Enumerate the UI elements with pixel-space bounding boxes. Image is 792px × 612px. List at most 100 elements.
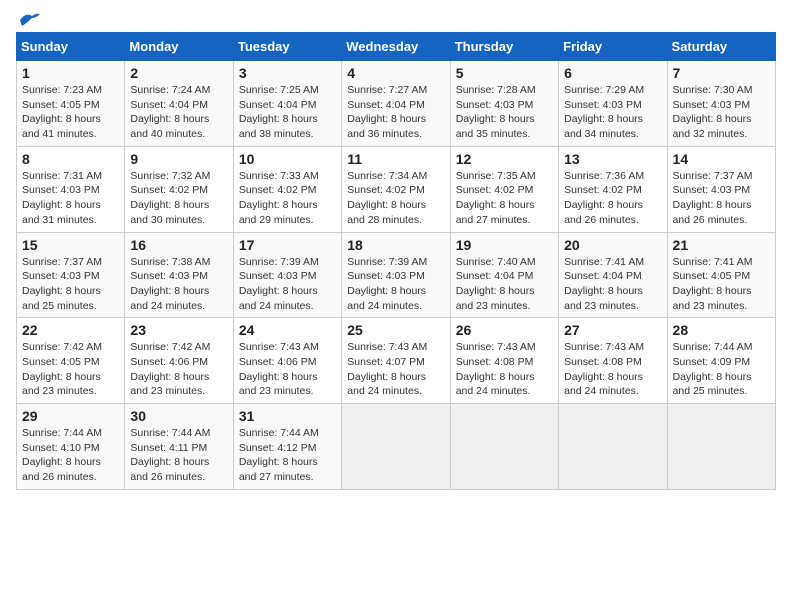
day-detail: Sunrise: 7:44 AMSunset: 4:09 PMDaylight:… xyxy=(673,340,770,399)
calendar-cell: 29Sunrise: 7:44 AMSunset: 4:10 PMDayligh… xyxy=(17,404,125,490)
day-detail: Sunrise: 7:29 AMSunset: 4:03 PMDaylight:… xyxy=(564,83,661,142)
day-detail: Sunrise: 7:23 AMSunset: 4:05 PMDaylight:… xyxy=(22,83,119,142)
calendar-cell: 18 Sunrise: 7:39 AMSunset: 4:03 PMDayligh… xyxy=(342,232,450,318)
logo-area xyxy=(16,16,40,24)
day-number: 21 xyxy=(673,237,770,253)
day-detail: Sunrise: 7:39 AMSunset: 4:03 PMDaylight:… xyxy=(239,255,336,314)
day-number: 14 xyxy=(673,151,770,167)
day-number: 8 xyxy=(22,151,119,167)
day-detail: Sunrise: 7:25 AMSunset: 4:04 PMDaylight:… xyxy=(239,83,336,142)
day-number: 6 xyxy=(564,65,661,81)
calendar-cell: 3Sunrise: 7:25 AMSunset: 4:04 PMDaylight… xyxy=(233,61,341,147)
day-detail: Sunrise: 7:43 AMSunset: 4:06 PMDaylight:… xyxy=(239,340,336,399)
calendar-cell: 23 Sunrise: 7:42 AMSunset: 4:06 PMDayligh… xyxy=(125,318,233,404)
day-detail: Sunrise: 7:31 AMSunset: 4:03 PMDaylight:… xyxy=(22,169,119,228)
day-number: 5 xyxy=(456,65,553,81)
calendar-cell: 2 Sunrise: 7:24 AMSunset: 4:04 PMDaylight… xyxy=(125,61,233,147)
calendar-week-row: 22Sunrise: 7:42 AMSunset: 4:05 PMDayligh… xyxy=(17,318,776,404)
day-number: 30 xyxy=(130,408,227,424)
day-detail: Sunrise: 7:33 AMSunset: 4:02 PMDaylight:… xyxy=(239,169,336,228)
day-number: 25 xyxy=(347,322,444,338)
weekday-header-thursday: Thursday xyxy=(450,33,558,61)
day-detail: Sunrise: 7:42 AMSunset: 4:05 PMDaylight:… xyxy=(22,340,119,399)
calendar-cell: 14 Sunrise: 7:37 AMSunset: 4:03 PMDayligh… xyxy=(667,146,775,232)
day-detail: Sunrise: 7:41 AMSunset: 4:05 PMDaylight:… xyxy=(673,255,770,314)
day-detail: Sunrise: 7:28 AMSunset: 4:03 PMDaylight:… xyxy=(456,83,553,142)
calendar-cell: 24 Sunrise: 7:43 AMSunset: 4:06 PMDayligh… xyxy=(233,318,341,404)
calendar-cell: 19Sunrise: 7:40 AMSunset: 4:04 PMDayligh… xyxy=(450,232,558,318)
calendar-cell: 27Sunrise: 7:43 AMSunset: 4:08 PMDayligh… xyxy=(559,318,667,404)
day-number: 4 xyxy=(347,65,444,81)
calendar-cell: 12 Sunrise: 7:35 AMSunset: 4:02 PMDayligh… xyxy=(450,146,558,232)
calendar-cell: 11 Sunrise: 7:34 AMSunset: 4:02 PMDayligh… xyxy=(342,146,450,232)
day-number: 19 xyxy=(456,237,553,253)
calendar-cell: 7 Sunrise: 7:30 AMSunset: 4:03 PMDaylight… xyxy=(667,61,775,147)
page-container: SundayMondayTuesdayWednesdayThursdayFrid… xyxy=(16,16,776,490)
day-number: 16 xyxy=(130,237,227,253)
header xyxy=(16,16,776,24)
day-detail: Sunrise: 7:27 AMSunset: 4:04 PMDaylight:… xyxy=(347,83,444,142)
calendar-cell: 1Sunrise: 7:23 AMSunset: 4:05 PMDaylight… xyxy=(17,61,125,147)
day-number: 11 xyxy=(347,151,444,167)
weekday-header-friday: Friday xyxy=(559,33,667,61)
day-detail: Sunrise: 7:39 AMSunset: 4:03 PMDaylight:… xyxy=(347,255,444,314)
day-detail: Sunrise: 7:30 AMSunset: 4:03 PMDaylight:… xyxy=(673,83,770,142)
day-number: 17 xyxy=(239,237,336,253)
calendar-cell xyxy=(450,404,558,490)
day-number: 7 xyxy=(673,65,770,81)
day-number: 31 xyxy=(239,408,336,424)
day-number: 18 xyxy=(347,237,444,253)
day-detail: Sunrise: 7:37 AMSunset: 4:03 PMDaylight:… xyxy=(673,169,770,228)
weekday-header-tuesday: Tuesday xyxy=(233,33,341,61)
weekday-header-row: SundayMondayTuesdayWednesdayThursdayFrid… xyxy=(17,33,776,61)
day-number: 10 xyxy=(239,151,336,167)
day-number: 28 xyxy=(673,322,770,338)
day-detail: Sunrise: 7:41 AMSunset: 4:04 PMDaylight:… xyxy=(564,255,661,314)
calendar-cell: 5 Sunrise: 7:28 AMSunset: 4:03 PMDaylight… xyxy=(450,61,558,147)
day-number: 2 xyxy=(130,65,227,81)
weekday-header-wednesday: Wednesday xyxy=(342,33,450,61)
day-number: 23 xyxy=(130,322,227,338)
day-number: 20 xyxy=(564,237,661,253)
day-detail: Sunrise: 7:43 AMSunset: 4:08 PMDaylight:… xyxy=(456,340,553,399)
calendar-cell: 17 Sunrise: 7:39 AMSunset: 4:03 PMDayligh… xyxy=(233,232,341,318)
weekday-header-monday: Monday xyxy=(125,33,233,61)
day-detail: Sunrise: 7:24 AMSunset: 4:04 PMDaylight:… xyxy=(130,83,227,142)
day-number: 27 xyxy=(564,322,661,338)
calendar-week-row: 15 Sunrise: 7:37 AMSunset: 4:03 PMDayligh… xyxy=(17,232,776,318)
day-detail: Sunrise: 7:43 AMSunset: 4:07 PMDaylight:… xyxy=(347,340,444,399)
calendar-week-row: 1Sunrise: 7:23 AMSunset: 4:05 PMDaylight… xyxy=(17,61,776,147)
calendar-cell: 15 Sunrise: 7:37 AMSunset: 4:03 PMDayligh… xyxy=(17,232,125,318)
calendar-cell: 16Sunrise: 7:38 AMSunset: 4:03 PMDayligh… xyxy=(125,232,233,318)
day-detail: Sunrise: 7:44 AMSunset: 4:11 PMDaylight:… xyxy=(130,426,227,485)
weekday-header-sunday: Sunday xyxy=(17,33,125,61)
calendar-cell: 31 Sunrise: 7:44 AMSunset: 4:12 PMDayligh… xyxy=(233,404,341,490)
calendar-cell: 9Sunrise: 7:32 AMSunset: 4:02 PMDaylight… xyxy=(125,146,233,232)
calendar-cell: 6 Sunrise: 7:29 AMSunset: 4:03 PMDaylight… xyxy=(559,61,667,147)
day-detail: Sunrise: 7:36 AMSunset: 4:02 PMDaylight:… xyxy=(564,169,661,228)
day-detail: Sunrise: 7:34 AMSunset: 4:02 PMDaylight:… xyxy=(347,169,444,228)
calendar-cell: 10 Sunrise: 7:33 AMSunset: 4:02 PMDayligh… xyxy=(233,146,341,232)
day-number: 15 xyxy=(22,237,119,253)
calendar-cell: 22Sunrise: 7:42 AMSunset: 4:05 PMDayligh… xyxy=(17,318,125,404)
calendar-cell xyxy=(559,404,667,490)
day-detail: Sunrise: 7:44 AMSunset: 4:12 PMDaylight:… xyxy=(239,426,336,485)
calendar-cell: 4 Sunrise: 7:27 AMSunset: 4:04 PMDaylight… xyxy=(342,61,450,147)
day-number: 12 xyxy=(456,151,553,167)
weekday-header-saturday: Saturday xyxy=(667,33,775,61)
day-number: 24 xyxy=(239,322,336,338)
calendar-cell xyxy=(667,404,775,490)
calendar-cell: 26 Sunrise: 7:43 AMSunset: 4:08 PMDayligh… xyxy=(450,318,558,404)
day-detail: Sunrise: 7:42 AMSunset: 4:06 PMDaylight:… xyxy=(130,340,227,399)
day-number: 26 xyxy=(456,322,553,338)
day-detail: Sunrise: 7:37 AMSunset: 4:03 PMDaylight:… xyxy=(22,255,119,314)
calendar-cell: 25 Sunrise: 7:43 AMSunset: 4:07 PMDayligh… xyxy=(342,318,450,404)
calendar-cell: 30 Sunrise: 7:44 AMSunset: 4:11 PMDayligh… xyxy=(125,404,233,490)
day-detail: Sunrise: 7:32 AMSunset: 4:02 PMDaylight:… xyxy=(130,169,227,228)
calendar-week-row: 29Sunrise: 7:44 AMSunset: 4:10 PMDayligh… xyxy=(17,404,776,490)
calendar-cell: 13 Sunrise: 7:36 AMSunset: 4:02 PMDayligh… xyxy=(559,146,667,232)
logo-row xyxy=(16,16,40,28)
day-number: 13 xyxy=(564,151,661,167)
day-detail: Sunrise: 7:35 AMSunset: 4:02 PMDaylight:… xyxy=(456,169,553,228)
calendar-week-row: 8 Sunrise: 7:31 AMSunset: 4:03 PMDaylight… xyxy=(17,146,776,232)
